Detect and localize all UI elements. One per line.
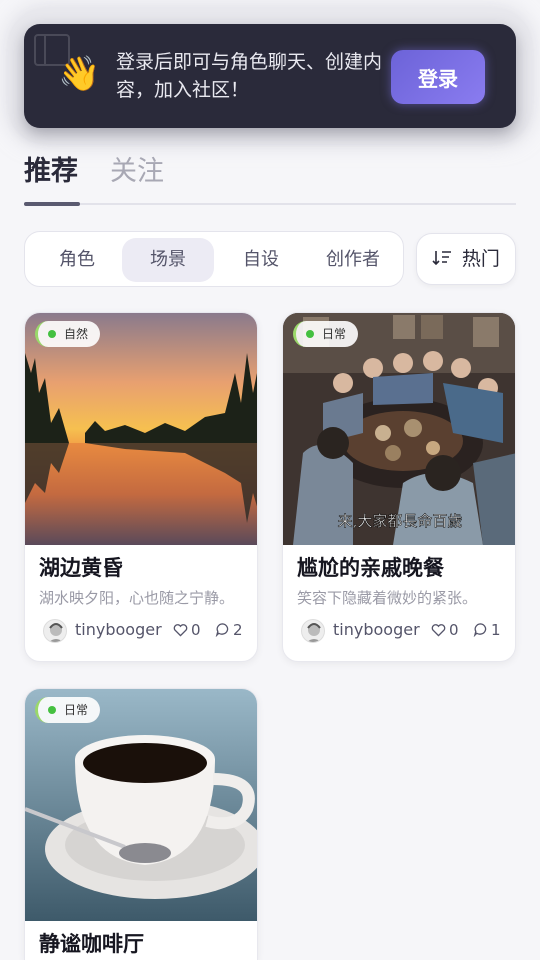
heart-icon (431, 624, 446, 637)
category-filter: 角色 场景 自设 创作者 (24, 231, 404, 287)
category-tag: 日常 (293, 321, 359, 347)
card-description: 笑容下隐藏着微妙的紧张。 (297, 589, 478, 607)
card-image-family-dinner: 来,大家都長命百歲 (283, 313, 515, 545)
like-count[interactable]: 0 (431, 617, 459, 643)
comment-icon (473, 623, 487, 637)
avatar[interactable] (301, 619, 325, 643)
waving-hand-icon: 👋 (58, 54, 101, 94)
login-banner: 👋 登录后即可与角色聊天、创建内容，加入社区！ 登录 (24, 24, 516, 128)
category-tag: 自然 (35, 321, 101, 347)
filter-persona[interactable]: 自设 (215, 238, 307, 282)
card-title: 湖边黄昏 (39, 556, 123, 580)
scene-card[interactable]: 自然 湖边黄昏 湖水映夕阳，心也随之宁静。 tinybooger 0 2 (24, 312, 258, 662)
scene-card[interactable]: 来,大家都長命百歲 日常 尴尬的亲戚晚餐 笑容下隐藏着微妙的紧张。 tinybo… (282, 312, 516, 662)
comment-count[interactable]: 2 (215, 617, 243, 643)
tab-recommended[interactable]: 推荐 (24, 154, 78, 190)
tabs-divider (24, 203, 516, 205)
avatar[interactable] (43, 619, 67, 643)
filter-creator[interactable]: 创作者 (307, 238, 399, 282)
like-count[interactable]: 0 (173, 617, 201, 643)
main-tabs: 推荐 关注 (24, 150, 516, 208)
sort-descending-icon (432, 249, 458, 270)
author-name[interactable]: tinybooger (75, 617, 162, 643)
tag-dot (48, 706, 56, 714)
scene-card[interactable]: 日常 静谧咖啡厅 (24, 688, 258, 960)
login-prompt-text: 登录后即可与角色聊天、创建内容，加入社区！ (116, 51, 383, 101)
tag-dot (48, 330, 56, 338)
tag-dot (306, 330, 314, 338)
filter-character[interactable]: 角色 (31, 238, 123, 282)
login-button[interactable]: 登录 (391, 50, 485, 104)
card-meta: tinybooger 0 2 (43, 617, 249, 643)
card-description: 湖水映夕阳，心也随之宁静。 (39, 589, 235, 607)
heart-icon (173, 624, 188, 637)
tab-following[interactable]: 关注 (110, 154, 164, 190)
card-meta: tinybooger 0 1 (301, 617, 507, 643)
active-tab-indicator (24, 202, 80, 206)
filter-scene[interactable]: 场景 (122, 238, 214, 282)
card-image-coffee-cup (25, 689, 257, 921)
sort-button[interactable]: 热门 (416, 233, 516, 285)
category-tag: 日常 (35, 697, 101, 723)
comment-icon (215, 623, 229, 637)
author-name[interactable]: tinybooger (333, 617, 420, 643)
image-caption: 来,大家都長命百歲 (338, 512, 463, 530)
card-title: 静谧咖啡厅 (39, 932, 144, 956)
card-title: 尴尬的亲戚晚餐 (297, 556, 444, 580)
sort-label: 热门 (461, 248, 500, 270)
card-image-sunset-lake (25, 313, 257, 545)
comment-count[interactable]: 1 (473, 617, 501, 643)
